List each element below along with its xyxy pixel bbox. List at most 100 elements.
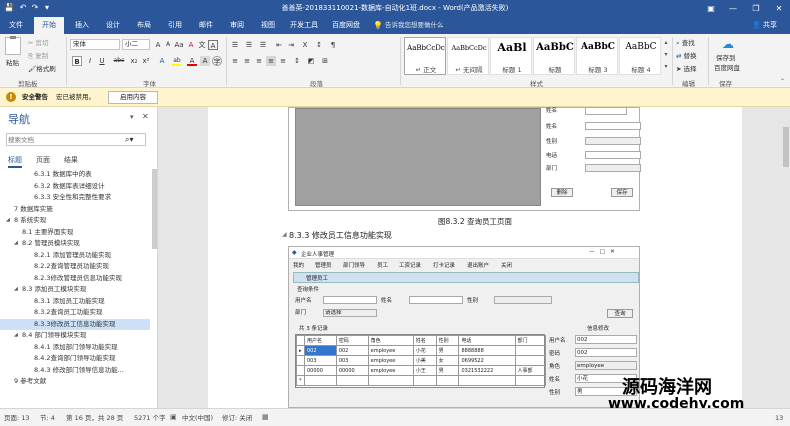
align-center-icon[interactable]: ≡ (242, 56, 252, 66)
select-button[interactable]: ➤ 选择 (676, 64, 697, 74)
char-border-icon[interactable]: A (208, 40, 218, 50)
nav-close-icon[interactable]: ✕ (142, 112, 149, 121)
nav-tab-headings[interactable]: 标题 (8, 155, 22, 168)
tab-home[interactable]: 开始 (34, 17, 64, 34)
status-section[interactable]: 节: 4 (40, 409, 55, 426)
status-pages[interactable]: 第 16 页，共 28 页 (66, 409, 123, 426)
nav-tab-pages[interactable]: 页面 (36, 155, 50, 165)
font-name-box[interactable]: 宋体 (70, 39, 120, 50)
paste-button[interactable]: 粘贴 (6, 58, 19, 68)
baidu-disk-label[interactable]: 百度网盘 (714, 63, 740, 73)
multilevel-icon[interactable]: ☰ (258, 40, 268, 50)
align-right-icon[interactable]: ≡ (254, 56, 264, 66)
collapse-ribbon-icon[interactable]: ⌃ (780, 78, 785, 85)
nav-heading-item[interactable]: 8.4.1 添加部门领导功能实现 (0, 342, 150, 354)
style-heading-3[interactable]: AaBbC 标题 3 (576, 37, 618, 75)
minimize-button[interactable]: — (722, 0, 744, 17)
nav-heading-item[interactable]: 8.2.2查询管理员功能实现 (0, 261, 150, 273)
clear-format-icon[interactable]: A (186, 40, 196, 50)
tab-mailings[interactable]: 邮件 (192, 17, 220, 34)
nav-heading-item[interactable]: 8.2.1 添加管理员功能实现 (0, 250, 150, 262)
shrink-font-icon[interactable]: A (163, 40, 173, 50)
tab-developer[interactable]: 开发工具 (285, 17, 323, 34)
subscript-button[interactable]: x₂ (129, 56, 139, 66)
italic-button[interactable]: I (85, 56, 95, 66)
nav-heading-item[interactable]: 8.3.3修改员工信息功能实现 (0, 318, 150, 330)
save-icon[interactable]: 💾 (4, 3, 14, 13)
status-zoom[interactable]: 13 (775, 409, 783, 426)
format-painter-button[interactable]: 🖌格式刷 (28, 64, 56, 74)
style-normal[interactable]: AaBbCcDc ↵ 正文 (404, 37, 446, 75)
copy-button[interactable]: ⎘ 复制 (28, 51, 48, 61)
nav-search-input[interactable] (8, 135, 120, 144)
font-size-box[interactable]: 小二 (122, 39, 150, 50)
expand-arrow-icon[interactable]: ◢ (14, 238, 18, 250)
find-button[interactable]: ⌕ 查找 (676, 38, 695, 48)
status-track-changes[interactable]: 修订: 关闭 (222, 409, 252, 426)
phonetic-icon[interactable]: 文 (197, 40, 207, 50)
nav-heading-item[interactable]: ◢ 8 系统实现 (0, 215, 150, 227)
justify-icon[interactable]: ≡ (266, 56, 276, 66)
tab-design[interactable]: 设计 (99, 17, 127, 34)
restore-button[interactable]: ❐ (745, 0, 767, 17)
tab-insert[interactable]: 插入 (68, 17, 96, 34)
status-page[interactable]: 页面: 13 (4, 409, 30, 426)
grow-font-icon[interactable]: A (153, 40, 163, 50)
sort-icon[interactable]: ↕ (314, 40, 324, 50)
proofing-icon[interactable]: ▣ (170, 413, 177, 421)
section-heading[interactable]: 8.3.3 修改员工信息功能实现 (289, 230, 392, 241)
nav-heading-item[interactable]: ◢ 8.3 添加员工模块实现 (0, 284, 150, 296)
tab-references[interactable]: 引用 (161, 17, 189, 34)
nav-heading-item[interactable]: 8.3.1 添加员工功能实现 (0, 296, 150, 308)
nav-heading-item[interactable]: ◢ 8.2 管理员模块实现 (0, 238, 150, 250)
tab-file[interactable]: 文件 (2, 17, 30, 34)
enclose-char-icon[interactable]: 字 (212, 56, 222, 66)
replace-button[interactable]: ⇄ 替换 (676, 51, 697, 61)
nav-heading-item[interactable]: 8.3.2查询员工功能实现 (0, 307, 150, 319)
tab-review[interactable]: 审阅 (223, 17, 251, 34)
superscript-button[interactable]: x² (141, 56, 151, 66)
highlight-button[interactable]: ab (172, 56, 182, 66)
numbering-icon[interactable]: ☰ (244, 40, 254, 50)
nav-heading-item[interactable]: 9 参考文献 (0, 376, 150, 388)
style-heading-4[interactable]: AaBbC 标题 4 (619, 37, 661, 75)
style-heading-1[interactable]: AaBl 标题 1 (490, 37, 532, 75)
shading-icon[interactable]: ◩ (306, 56, 316, 66)
nav-heading-item[interactable]: 8.4.2查询部门领导功能实现 (0, 353, 150, 365)
align-left-icon[interactable]: ≡ (230, 56, 240, 66)
bullets-icon[interactable]: ☰ (230, 40, 240, 50)
status-language[interactable]: 中文(中国) (182, 409, 213, 426)
tab-baidu[interactable]: 百度网盘 (327, 17, 365, 34)
distribute-icon[interactable]: ≡ (278, 56, 288, 66)
nav-options-icon[interactable]: ▾ (130, 113, 134, 121)
macro-icon[interactable]: ▦ (262, 413, 269, 421)
nav-heading-item[interactable]: 8.1 主要界面实现 (0, 227, 150, 239)
tab-layout[interactable]: 布局 (130, 17, 158, 34)
undo-icon[interactable]: ↶ (18, 3, 28, 13)
decrease-indent-icon[interactable]: ⇤ (274, 40, 284, 50)
customize-icon[interactable]: ▾ (42, 3, 52, 13)
increase-indent-icon[interactable]: ⇥ (286, 40, 296, 50)
nav-heading-item[interactable]: 6.3.2 数据库表详细设计 (0, 181, 150, 193)
bold-button[interactable]: B (72, 56, 82, 66)
expand-arrow-icon[interactable]: ◢ (14, 330, 18, 342)
expand-arrow-icon[interactable]: ◢ (6, 215, 10, 227)
enable-content-button[interactable]: 启用内容 (108, 91, 158, 104)
cut-button[interactable]: ✂ 剪切 (28, 38, 49, 48)
styles-scroll[interactable]: ▴ ▾ ▾ (662, 37, 670, 75)
nav-heading-item[interactable]: 8.4.3 修改部门领导信息功能... (0, 365, 150, 377)
close-button[interactable]: ✕ (768, 0, 790, 17)
style-no-spacing[interactable]: AaBbCcDc ↵ 无间隔 (447, 37, 489, 75)
status-words[interactable]: 5271 个字 (134, 409, 166, 426)
line-spacing-icon[interactable]: ↕ (292, 56, 302, 66)
share-button[interactable]: 共享 (763, 17, 777, 34)
nav-heading-item[interactable]: 7 数据库实施 (0, 204, 150, 216)
text-effects-icon[interactable]: A (157, 56, 167, 66)
redo-icon[interactable]: ↷ (30, 3, 40, 13)
chinese-layout-icon[interactable]: X (300, 40, 310, 50)
nav-heading-item[interactable]: 6.3.3 安全性和完整性要求 (0, 192, 150, 204)
underline-button[interactable]: U (97, 56, 107, 66)
tab-view[interactable]: 视图 (254, 17, 282, 34)
nav-heading-item[interactable]: 8.2.3修改管理员信息功能实现 (0, 273, 150, 285)
style-title[interactable]: AaBbC 标题 (533, 37, 575, 75)
